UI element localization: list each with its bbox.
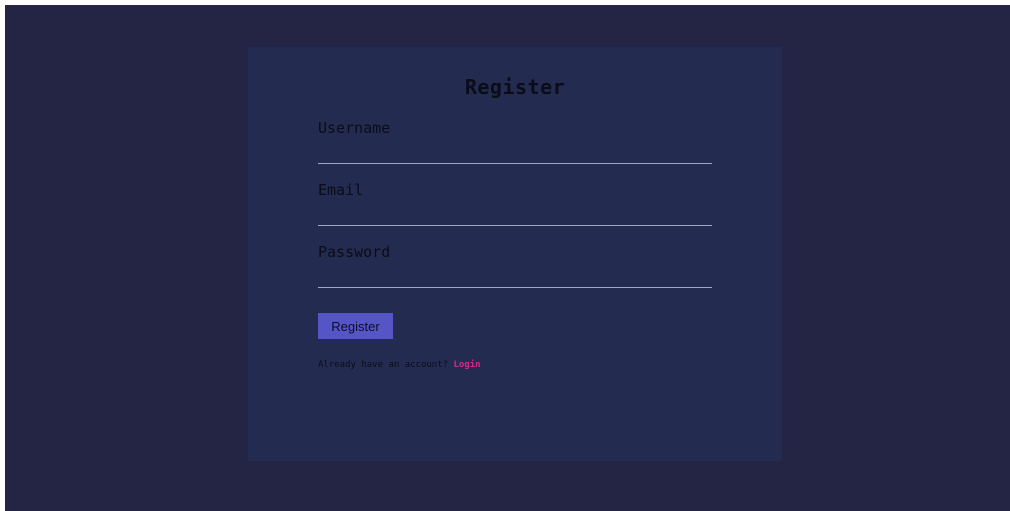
login-link[interactable]: Login <box>453 360 480 370</box>
login-prompt-text: Already have an account? <box>318 360 449 370</box>
password-label: Password <box>318 243 391 261</box>
register-button[interactable]: Register <box>318 313 393 339</box>
email-label: Email <box>318 181 364 199</box>
login-prompt: Already have an account? Login <box>318 360 481 370</box>
username-label: Username <box>318 119 391 137</box>
username-input[interactable] <box>318 141 712 164</box>
email-input[interactable] <box>318 203 712 226</box>
register-card: Register Username Email Password Registe… <box>248 47 782 461</box>
page-background: Register Username Email Password Registe… <box>5 5 1010 511</box>
password-input[interactable] <box>318 265 712 288</box>
form-title: Register <box>464 75 566 99</box>
